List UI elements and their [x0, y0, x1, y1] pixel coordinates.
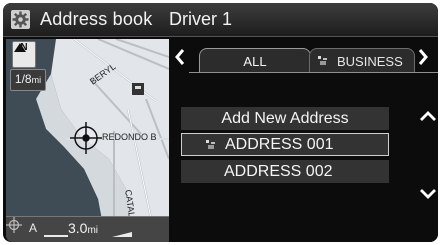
- scale-bar-icon: [112, 232, 132, 237]
- zoom-scale-value: 1/8: [14, 72, 32, 86]
- list-item[interactable]: ADDRESS 002: [181, 160, 389, 183]
- chevron-left-icon[interactable]: [173, 47, 187, 67]
- tab-all[interactable]: ALL: [199, 48, 311, 73]
- page-title: Address book: [40, 9, 153, 29]
- map-scale-value: 3.0: [68, 220, 88, 236]
- zoom-scale-unit: mi: [31, 75, 42, 85]
- map-scale: 3.0mi: [68, 220, 98, 236]
- map-status-bar: A 3.0mi: [6, 216, 169, 242]
- tab-divider: [189, 72, 438, 73]
- list-item[interactable]: ADDRESS 001: [181, 133, 389, 156]
- list-item-label: ADDRESS 001: [225, 136, 334, 153]
- address-list-panel: ALL BUSINESS Add New Address ADDRESS 001…: [169, 39, 438, 242]
- tab-business-label: BUSINESS: [337, 54, 403, 69]
- scroll-up-icon[interactable]: [419, 109, 437, 123]
- zoom-scale[interactable]: 1/8mi: [10, 69, 46, 91]
- compass-north-icon[interactable]: N: [12, 41, 36, 68]
- scale-bar-icon: [44, 235, 68, 237]
- business-category-icon: [318, 56, 327, 65]
- map-mode-label: A: [29, 221, 38, 235]
- chevron-right-icon[interactable]: [416, 47, 430, 67]
- navigation-screen: Address book Driver 1 BERYL REDONDO B CA…: [3, 3, 438, 242]
- gear-icon[interactable]: [11, 10, 30, 29]
- scroll-down-icon[interactable]: [419, 187, 437, 201]
- add-new-address-button[interactable]: Add New Address: [181, 107, 389, 130]
- driver-name: Driver 1: [169, 9, 233, 29]
- map-scale-unit: mi: [87, 225, 99, 236]
- street-label: REDONDO B: [102, 132, 157, 142]
- target-icon[interactable]: [6, 217, 22, 233]
- tab-business[interactable]: BUSINESS: [309, 48, 415, 73]
- map-view[interactable]: BERYL REDONDO B CATALINA N 1/8mi A 3.0mi: [6, 39, 169, 242]
- title-bar: Address book Driver 1: [3, 3, 438, 37]
- list-item-label: ADDRESS 002: [224, 163, 333, 180]
- business-category-icon: [206, 140, 215, 149]
